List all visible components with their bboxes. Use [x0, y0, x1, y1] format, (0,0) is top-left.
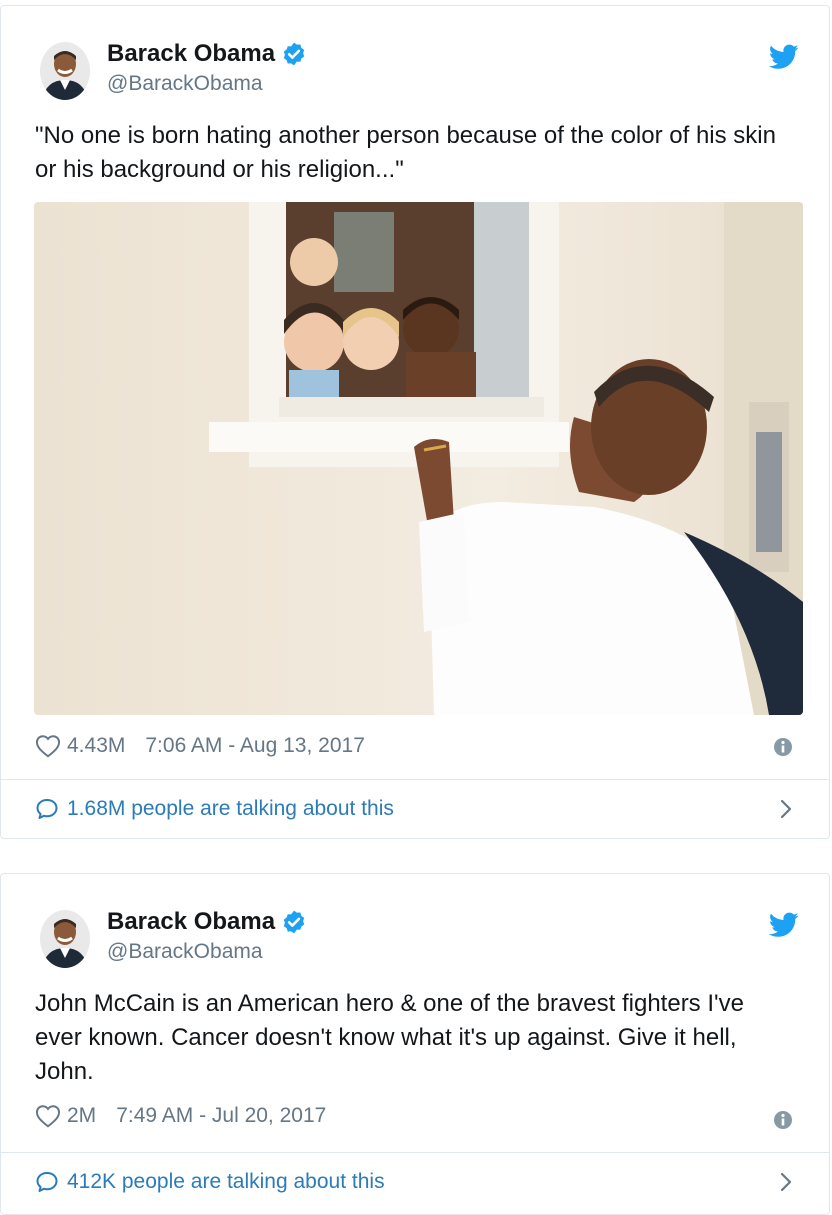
tweet-card: Barack Obama @BarackObama John McCain is…: [0, 873, 830, 1215]
tweet-text: "No one is born hating another person be…: [35, 122, 776, 183]
conversation-link[interactable]: 412K people are talking about this: [35, 1154, 829, 1210]
chevron-right-icon[interactable]: [779, 1171, 793, 1193]
tweet-meta: 2M 7:49 AM - Jul 20, 2017: [35, 1104, 326, 1128]
author-name[interactable]: Barack Obama: [107, 908, 275, 936]
tweet-card: Barack Obama @BarackObama "No one is bor…: [0, 5, 830, 839]
twitter-bird-icon[interactable]: [769, 912, 799, 938]
conversation-text[interactable]: 1.68M people are talking about this: [67, 797, 394, 821]
tweet-text: John McCain is an American hero & one of…: [35, 990, 744, 1085]
info-icon[interactable]: [773, 737, 793, 757]
author-handle[interactable]: @BarackObama: [107, 72, 263, 96]
avatar[interactable]: [40, 910, 90, 968]
divider: [1, 779, 829, 780]
author-name[interactable]: Barack Obama: [107, 40, 275, 68]
verified-badge-icon: [283, 42, 305, 66]
author-row: Barack Obama: [107, 908, 307, 936]
conversation-link[interactable]: 1.68M people are talking about this: [35, 781, 829, 837]
info-icon[interactable]: [773, 1110, 793, 1130]
heart-icon[interactable]: [35, 1104, 61, 1128]
speech-bubble-icon: [36, 1172, 58, 1192]
speech-bubble-icon: [36, 799, 58, 819]
twitter-bird-icon[interactable]: [769, 44, 799, 70]
tweet-meta: 4.43M 7:06 AM - Aug 13, 2017: [35, 734, 365, 758]
heart-icon[interactable]: [35, 734, 61, 758]
tweet-header: Barack Obama @BarackObama: [1, 6, 829, 106]
tweet-timestamp[interactable]: 7:06 AM - Aug 13, 2017: [145, 734, 365, 758]
verified-badge-icon: [283, 910, 305, 934]
like-count[interactable]: 4.43M: [67, 734, 125, 758]
avatar[interactable]: [40, 42, 90, 100]
author-row: Barack Obama: [107, 40, 307, 68]
tweet-header: Barack Obama @BarackObama: [1, 874, 829, 974]
tweet-timestamp[interactable]: 7:49 AM - Jul 20, 2017: [116, 1104, 326, 1128]
tweet-photo[interactable]: [34, 202, 803, 715]
divider: [1, 1152, 829, 1153]
like-count[interactable]: 2M: [67, 1104, 96, 1128]
chevron-right-icon[interactable]: [779, 798, 793, 820]
author-handle[interactable]: @BarackObama: [107, 940, 263, 964]
conversation-text[interactable]: 412K people are talking about this: [67, 1170, 385, 1194]
